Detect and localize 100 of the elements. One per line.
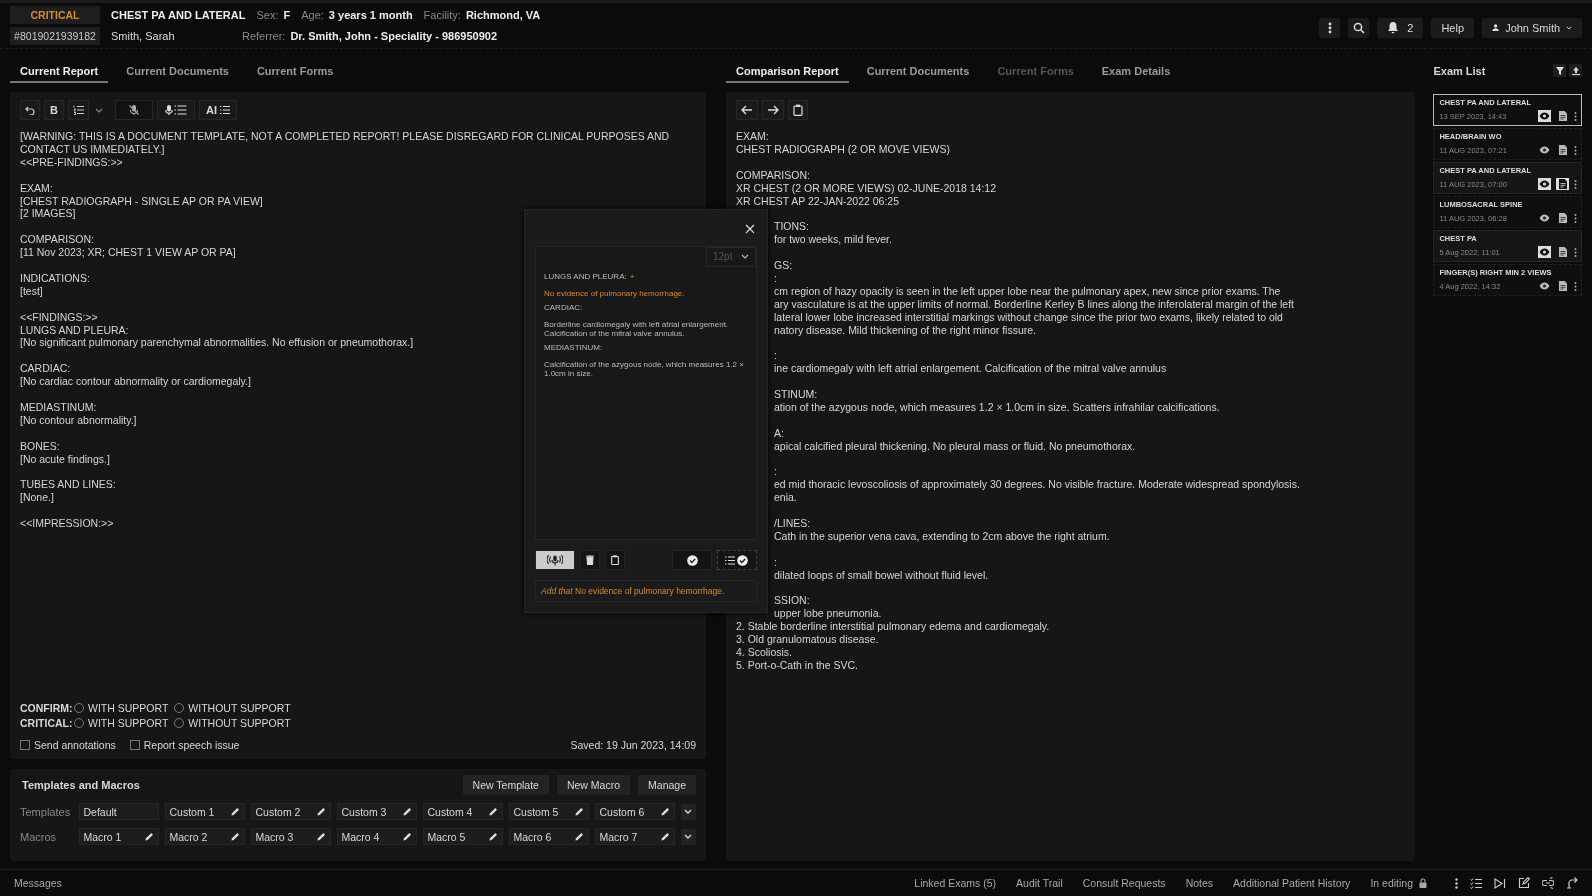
document-icon[interactable] xyxy=(1556,178,1569,190)
template-item[interactable]: Custom 5 xyxy=(508,803,589,820)
eye-icon[interactable] xyxy=(1538,110,1551,122)
radio-option[interactable]: WITHOUT SUPPORT xyxy=(174,702,291,714)
tab[interactable]: Current Documents xyxy=(116,58,239,83)
notifications-button[interactable]: 2 xyxy=(1377,17,1424,38)
pencil-icon[interactable] xyxy=(574,807,584,816)
template-item[interactable]: Macro 7 xyxy=(594,828,675,845)
ai-list-button[interactable]: AI xyxy=(199,100,237,120)
eye-icon[interactable] xyxy=(1538,246,1551,258)
document-icon[interactable] xyxy=(1556,110,1569,122)
template-item[interactable]: Macro 6 xyxy=(508,828,589,845)
kebab-icon[interactable] xyxy=(1574,247,1577,257)
edit-external-icon[interactable] xyxy=(1518,877,1530,889)
back-button[interactable] xyxy=(736,100,758,120)
document-icon[interactable] xyxy=(1556,280,1569,292)
pencil-icon[interactable] xyxy=(660,807,670,816)
tab[interactable]: Current Forms xyxy=(246,58,344,83)
search-button[interactable] xyxy=(1348,17,1370,38)
accept-button[interactable] xyxy=(672,550,712,571)
skip-icon[interactable] xyxy=(1494,877,1506,889)
template-item[interactable]: Default xyxy=(78,803,159,820)
help-button[interactable]: Help xyxy=(1431,17,1474,38)
radio-option[interactable]: WITH SUPPORT xyxy=(74,717,169,729)
eye-icon[interactable] xyxy=(1538,178,1551,190)
pencil-icon[interactable] xyxy=(230,807,240,816)
copy-button[interactable] xyxy=(788,100,808,120)
user-menu[interactable]: John Smith xyxy=(1482,17,1582,38)
command-field[interactable]: Add that No evidence of pulmonary hemorrhage. xyxy=(535,580,757,602)
status-link[interactable]: Audit Trail xyxy=(1016,877,1063,889)
radio-option[interactable]: WITHOUT SUPPORT xyxy=(174,717,291,729)
tab[interactable]: Comparison Report xyxy=(726,58,849,83)
status-link[interactable]: Consult Requests xyxy=(1082,877,1166,889)
pencil-icon[interactable] xyxy=(230,832,240,841)
mute-button[interactable] xyxy=(115,100,153,120)
pencil-icon[interactable] xyxy=(316,832,326,841)
pencil-icon[interactable] xyxy=(316,807,326,816)
pencil-icon[interactable] xyxy=(144,832,154,841)
kebab-icon[interactable] xyxy=(1574,111,1577,121)
template-item[interactable]: Macro 2 xyxy=(164,828,245,845)
pencil-icon[interactable] xyxy=(488,832,498,841)
panel-title: Templates and Macros xyxy=(22,779,140,791)
template-item[interactable]: Custom 2 xyxy=(250,803,331,820)
microphone-waves-icon xyxy=(547,554,563,567)
accept-all-button[interactable] xyxy=(717,550,757,571)
document-icon[interactable] xyxy=(1556,212,1569,224)
expand-button[interactable] xyxy=(680,828,697,845)
document-icon[interactable] xyxy=(1556,246,1569,258)
status-link[interactable]: Additional Patient History xyxy=(1233,877,1351,889)
template-item[interactable]: Macro 4 xyxy=(336,828,417,845)
tab[interactable]: Current Report xyxy=(10,58,109,83)
upload-button[interactable] xyxy=(1569,64,1582,77)
messages-link[interactable]: Messages xyxy=(14,877,62,889)
status-link[interactable]: Notes xyxy=(1185,877,1214,889)
kebab-icon[interactable] xyxy=(1574,145,1577,155)
link-icon[interactable] xyxy=(1542,877,1554,889)
radio-option[interactable]: WITH SUPPORT xyxy=(74,702,169,714)
template-item[interactable]: Custom 4 xyxy=(422,803,503,820)
dictation-button[interactable] xyxy=(535,550,575,571)
pencil-icon[interactable] xyxy=(660,832,670,841)
pencil-icon[interactable] xyxy=(488,807,498,816)
eye-icon[interactable] xyxy=(1538,280,1551,292)
close-icon[interactable] xyxy=(745,224,755,234)
template-action-button[interactable]: New Macro xyxy=(556,775,631,795)
template-item[interactable]: Custom 3 xyxy=(336,803,417,820)
copy-button[interactable] xyxy=(605,550,625,571)
template-item[interactable]: Macro 1 xyxy=(78,828,159,845)
dictation-list-button[interactable] xyxy=(157,100,195,120)
template-action-button[interactable]: New Template xyxy=(462,775,549,795)
checkbox-option[interactable]: Send annotations xyxy=(20,739,116,751)
eye-icon[interactable] xyxy=(1538,212,1551,224)
kebab-icon[interactable] xyxy=(1455,877,1458,889)
expand-button[interactable] xyxy=(680,803,697,820)
eye-icon[interactable] xyxy=(1538,144,1551,156)
status-link[interactable]: Linked Exams (5) xyxy=(914,877,997,889)
caret-icon[interactable] xyxy=(95,107,103,113)
kebab-icon[interactable] xyxy=(1574,213,1577,223)
document-icon[interactable] xyxy=(1556,144,1569,156)
kebab-icon[interactable] xyxy=(1574,179,1577,189)
template-action-button[interactable]: Manage xyxy=(638,775,696,795)
template-item[interactable]: Macro 3 xyxy=(250,828,331,845)
checkbox-option[interactable]: Report speech issue xyxy=(129,739,240,751)
pencil-icon[interactable] xyxy=(402,807,412,816)
pencil-icon[interactable] xyxy=(402,832,412,841)
template-item[interactable]: Custom 1 xyxy=(164,803,245,820)
filter-button[interactable] xyxy=(1553,64,1566,77)
delete-button[interactable] xyxy=(580,550,600,571)
bold-button[interactable]: B xyxy=(44,100,64,120)
pencil-icon[interactable] xyxy=(574,832,584,841)
numbered-list-button[interactable] xyxy=(68,100,89,120)
template-item[interactable]: Custom 6 xyxy=(594,803,675,820)
template-item[interactable]: Macro 5 xyxy=(422,828,503,845)
forward-button[interactable] xyxy=(762,100,784,120)
tab[interactable]: Current Documents xyxy=(856,58,980,83)
kebab-icon[interactable] xyxy=(1574,281,1577,291)
tab[interactable]: Exam Details xyxy=(1091,58,1181,83)
undo-button[interactable] xyxy=(20,100,40,120)
share-icon[interactable] xyxy=(1566,877,1578,889)
more-button[interactable] xyxy=(1319,17,1341,38)
checklist-icon[interactable] xyxy=(1470,877,1482,889)
